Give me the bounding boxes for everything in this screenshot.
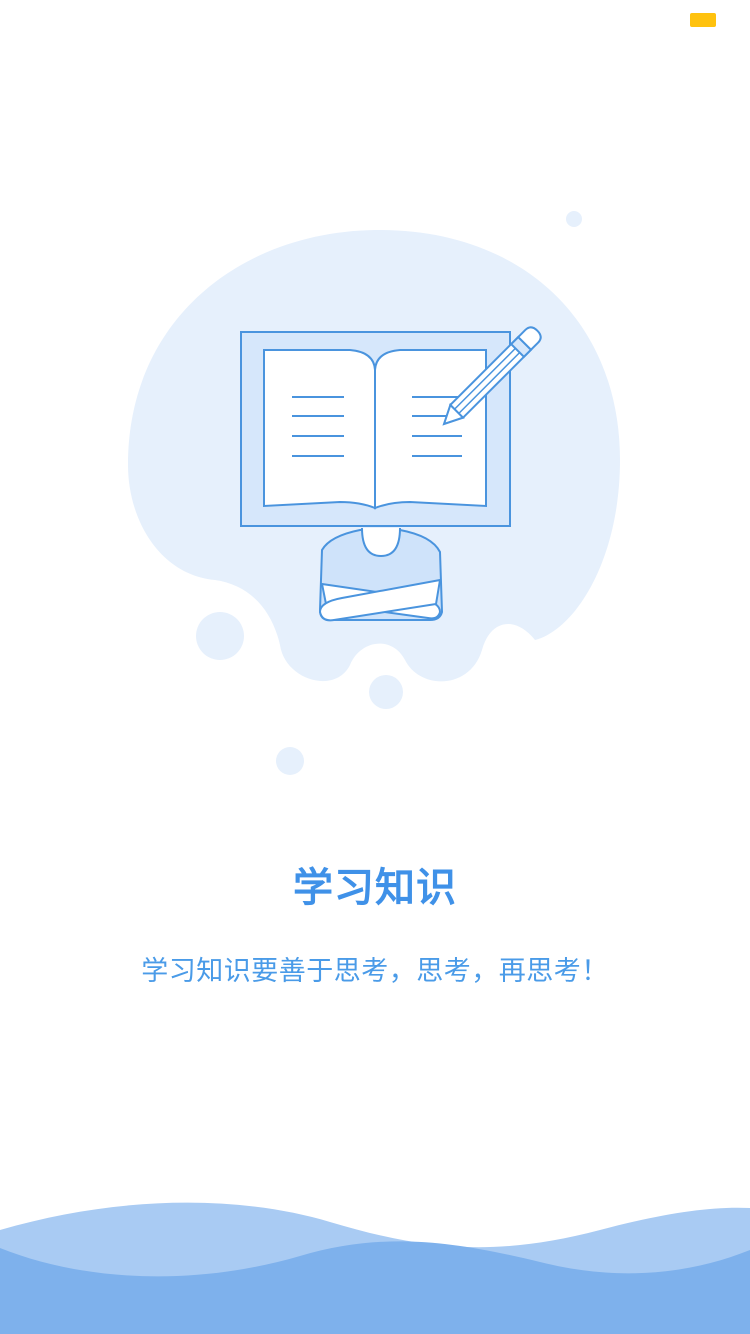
reader-with-book-and-pencil-icon — [128, 211, 620, 775]
page-subtitle: 学习知识要善于思考，思考，再思考！ — [141, 956, 609, 987]
page-title: 学习知识 — [293, 865, 457, 911]
splash-screen: 学习知识 学习知识要善于思考，思考，再思考！ — [0, 0, 750, 1334]
book-left-page — [263, 349, 376, 510]
bubble-dot — [566, 211, 582, 227]
bubble-dot — [276, 747, 304, 775]
wave-decoration — [0, 1202, 750, 1334]
bubble-dot — [369, 675, 403, 709]
person-neck — [361, 527, 401, 558]
bubble-dot — [196, 612, 244, 660]
book-right-page — [374, 349, 487, 510]
